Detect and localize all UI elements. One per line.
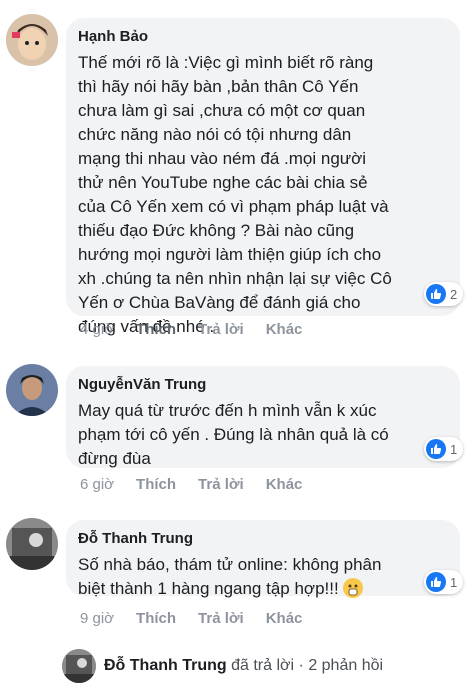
like-button[interactable]: Thích [136, 476, 176, 493]
like-icon [426, 572, 446, 592]
reply-button[interactable]: Trả lời [198, 476, 244, 493]
comment-bubble: NguyễnVăn Trung May quá từ trước đến h m… [66, 366, 460, 468]
shocked-face-emoji-icon [342, 578, 363, 598]
avatar[interactable] [6, 14, 58, 66]
reply-button[interactable]: Trả lời [198, 321, 244, 338]
view-replies-link[interactable]: Đỗ Thanh Trung đã trả lời · 2 phản hồi [62, 649, 383, 683]
reply-summary[interactable]: Đỗ Thanh Trung đã trả lời · 2 phản hồi [104, 657, 383, 675]
comment-actions: 6 giờ Thích Trả lời Khác [80, 476, 324, 493]
comment-author[interactable]: NguyễnVăn Trung [78, 376, 448, 393]
avatar[interactable] [6, 518, 58, 570]
comment-actions: 9 giờ Thích Trả lời Khác [80, 610, 324, 627]
comment-bubble: Đỗ Thanh Trung Số nhà báo, thám tử onlin… [66, 520, 460, 598]
comment-bubble: Hạnh Bảo Thế mới rõ là :Việc gì mình biế… [66, 18, 460, 336]
comment-time[interactable]: 4 giờ [80, 321, 114, 338]
reply-button[interactable]: Trả lời [198, 610, 244, 627]
avatar [62, 649, 96, 683]
reaction-count[interactable]: 1 [424, 437, 464, 461]
reaction-count[interactable]: 2 [424, 282, 464, 306]
comment-text: May quá từ trước đến h mình vẫn k xúc ph… [78, 401, 389, 468]
comment-time[interactable]: 9 giờ [80, 610, 114, 627]
comment-author[interactable]: Đỗ Thanh Trung [78, 530, 448, 547]
avatar[interactable] [6, 364, 58, 416]
like-button[interactable]: Thích [136, 610, 176, 627]
reaction-count[interactable]: 1 [424, 570, 464, 594]
like-button[interactable]: Thích [136, 321, 176, 338]
comment-time[interactable]: 6 giờ [80, 476, 114, 493]
like-icon [426, 284, 446, 304]
comment-author[interactable]: Hạnh Bảo [78, 28, 448, 45]
comment-actions: 4 giờ Thích Trả lời Khác [80, 321, 324, 338]
more-button[interactable]: Khác [266, 476, 303, 493]
comment-text: Số nhà báo, thám tử online: không phân b… [78, 555, 382, 598]
more-button[interactable]: Khác [266, 321, 303, 338]
comment-text: Thế mới rõ là :Việc gì mình biết rõ ràng… [78, 53, 392, 336]
more-button[interactable]: Khác [266, 610, 303, 627]
like-icon [426, 439, 446, 459]
